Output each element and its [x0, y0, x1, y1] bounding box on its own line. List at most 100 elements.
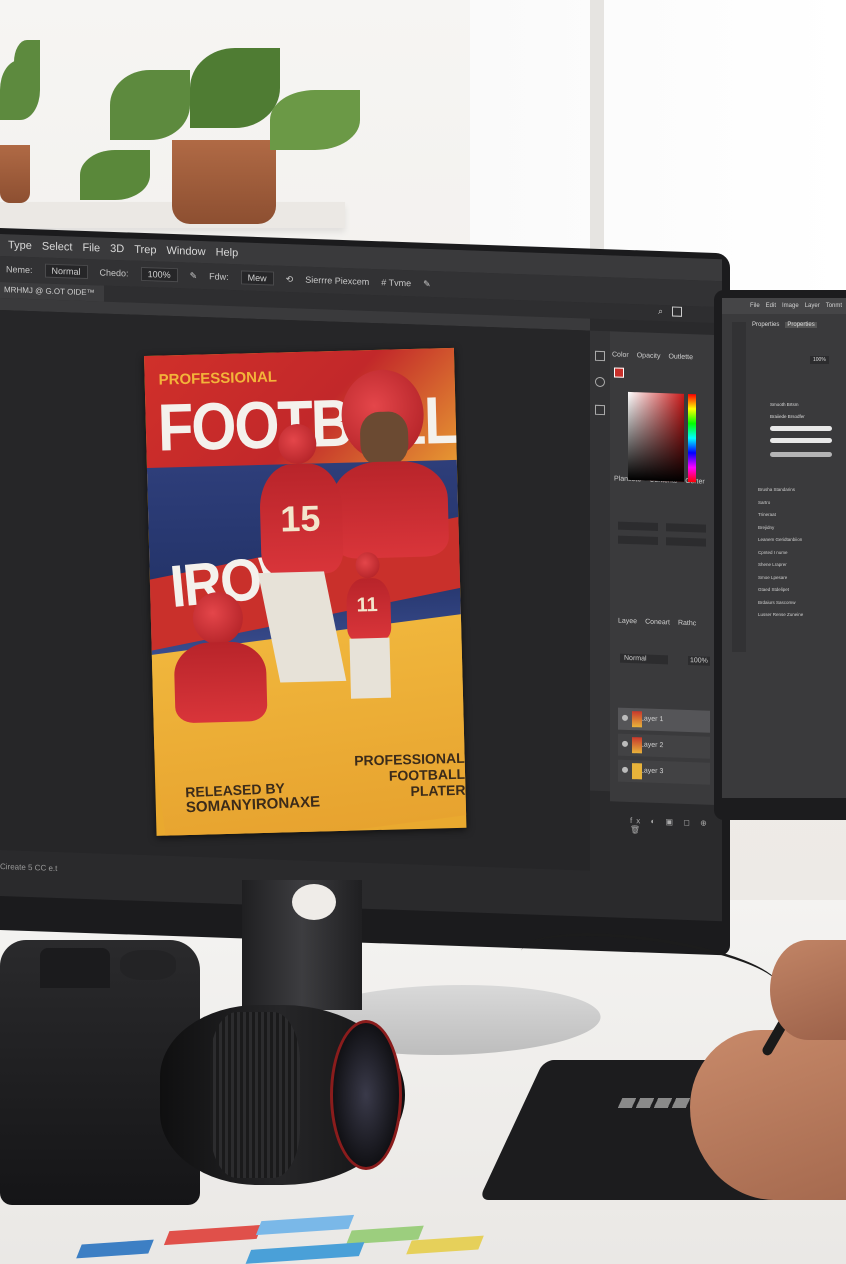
- player-face-large: [359, 411, 409, 467]
- pressure-icon[interactable]: ✎: [190, 270, 198, 281]
- brush-size-field[interactable]: 100%: [810, 356, 829, 364]
- hue-slider[interactable]: [688, 394, 696, 483]
- lens-focus-ring: [210, 1012, 300, 1178]
- second-screen: Properties Properties 100% Smooth Brtsm …: [722, 298, 846, 798]
- brush-item[interactable]: Smooth Brtsm: [770, 402, 799, 407]
- menu-item[interactable]: Layer: [805, 303, 820, 309]
- brush-list-item[interactable]: Shene Lraprer: [758, 559, 803, 572]
- tab-coneart[interactable]: Coneart: [645, 619, 670, 627]
- plant-leaf: [80, 150, 150, 200]
- poster-kicker: PROFESSIONAL: [158, 368, 278, 389]
- second-menu-bar: File Edit Image Layer Tonmt: [722, 298, 846, 314]
- plant-pot-center: [172, 140, 276, 224]
- brush-list-item[interactable]: Trineraat: [758, 509, 803, 522]
- visibility-eye-icon[interactable]: [622, 740, 628, 747]
- foreground-color-swatch[interactable]: [614, 367, 624, 378]
- menu-item-type[interactable]: Type: [8, 239, 32, 252]
- history-icon[interactable]: [595, 350, 605, 362]
- second-tabs: Properties Properties: [752, 322, 817, 328]
- opacity-label: Chedo:: [99, 267, 129, 279]
- plant-leaf: [190, 48, 280, 128]
- player-pants-right: [349, 637, 392, 699]
- brush-list-item[interactable]: Brejidny: [758, 522, 803, 535]
- workspace-icon[interactable]: [672, 306, 682, 317]
- layer-thumbnail: [632, 737, 642, 754]
- menu-item[interactable]: File: [750, 303, 760, 309]
- brush-list-item[interactable]: Leanem Geridtanbiion: [758, 534, 803, 547]
- options-extra-1[interactable]: Sierrre Piexcem: [305, 275, 369, 287]
- window-frame: [590, 0, 604, 290]
- menu-item-trep[interactable]: Trep: [134, 244, 156, 257]
- options-extra-2[interactable]: # Tvme: [381, 277, 411, 288]
- brush-item[interactable]: Braiiede Brsodfer: [770, 414, 805, 419]
- brush-list-item[interactable]: Sartro: [758, 497, 803, 510]
- jersey-number: 11: [356, 593, 379, 617]
- tagline-line-2: FOOTBALL PLATER: [388, 765, 466, 800]
- menu-item-help[interactable]: Help: [216, 247, 239, 260]
- player-jersey-left: [173, 640, 268, 724]
- layer-opacity-field[interactable]: 100%: [688, 656, 710, 666]
- menu-item[interactable]: Edit: [766, 303, 776, 309]
- tab-outlette[interactable]: Outlette: [668, 353, 693, 361]
- tab-properties[interactable]: Properties: [752, 322, 779, 328]
- search-icon[interactable]: ⌕: [658, 306, 663, 317]
- layer-name: Layer 3: [640, 767, 664, 776]
- camera-hotshoe: [40, 948, 110, 988]
- visibility-eye-icon[interactable]: [622, 766, 628, 773]
- panel-icon-strip: [590, 330, 610, 792]
- brush-stroke-preview: [770, 426, 832, 431]
- tab-opacity[interactable]: Opacity: [637, 352, 661, 360]
- blend-mode-select[interactable]: Normal: [620, 653, 668, 665]
- plant-leaf: [270, 90, 360, 150]
- brush-list-item[interactable]: Brusha Standarins: [758, 484, 803, 497]
- tablet-buttons: [617, 1098, 693, 1108]
- menu-item-3d[interactable]: 3D: [110, 243, 124, 255]
- airbrush-icon[interactable]: ⟲: [286, 273, 294, 284]
- properties-field[interactable]: [666, 537, 706, 547]
- jersey-number: 15: [279, 497, 321, 540]
- second-toolbar: [732, 322, 746, 652]
- camera-dial: [120, 950, 176, 980]
- lens-glass: [330, 1020, 402, 1170]
- properties-field[interactable]: [618, 535, 658, 545]
- status-bar: Cireate 5 CC e.t: [0, 862, 58, 874]
- layer-name: Layer 1: [640, 715, 664, 724]
- layers-panel-tabs: Layee Coneart Rathc: [618, 618, 696, 628]
- stand-cable-hole: [292, 884, 336, 920]
- layer-row[interactable]: Layer 1: [618, 707, 710, 733]
- layer-row[interactable]: Layer 2: [618, 733, 710, 759]
- brush-list-item[interactable]: Cpnted I nume: [758, 547, 803, 560]
- menu-item[interactable]: Image: [782, 303, 799, 309]
- properties-field[interactable]: [666, 523, 706, 533]
- menu-item-window[interactable]: Window: [166, 245, 205, 258]
- brush-stroke-preview: [770, 438, 832, 443]
- symmetry-icon[interactable]: ✎: [423, 278, 431, 289]
- plant-pot-left: [0, 145, 30, 203]
- menu-item[interactable]: Tonmt: [826, 303, 842, 309]
- opacity-field[interactable]: 100%: [140, 266, 178, 283]
- menu-item-file[interactable]: File: [82, 242, 100, 255]
- layer-row[interactable]: Layer 3: [618, 759, 710, 785]
- visibility-eye-icon[interactable]: [622, 714, 628, 721]
- brush-list-item[interactable]: Lusser Rense Zuneine: [758, 609, 803, 622]
- flow-label: Fdw:: [209, 271, 229, 282]
- brush-list-item[interactable]: Brdaiurs Sascomw: [758, 597, 803, 610]
- tab-layers[interactable]: Layee: [618, 618, 637, 626]
- mode-select[interactable]: Normal: [44, 263, 88, 280]
- football-poster: PROFESSIONAL FOOTBALL IROW 15 11 11 RELE…: [144, 347, 467, 836]
- tab-color[interactable]: Color: [612, 351, 629, 359]
- tab-rathc[interactable]: Rathc: [678, 620, 696, 628]
- layers-footer-icons[interactable]: fx ◐ ▣ ◻ ⊕ 🗑: [630, 816, 722, 837]
- color-picker-field[interactable]: [628, 391, 684, 482]
- properties-field[interactable]: [618, 521, 658, 531]
- menu-item-select[interactable]: Select: [42, 240, 73, 253]
- tab-properties-active[interactable]: Properties: [785, 322, 817, 328]
- brush-list-item[interactable]: Gtaed Stdelipet: [758, 584, 803, 597]
- layer-name: Layer 2: [640, 741, 664, 750]
- plant-leaf: [110, 70, 190, 140]
- brush-list-item[interactable]: Smoe Lpesare: [758, 572, 803, 585]
- adjustments-icon[interactable]: [595, 404, 605, 416]
- brush-panel-icon[interactable]: [595, 376, 605, 388]
- flow-field[interactable]: Mew: [240, 270, 274, 286]
- layer-thumbnail: [632, 711, 642, 728]
